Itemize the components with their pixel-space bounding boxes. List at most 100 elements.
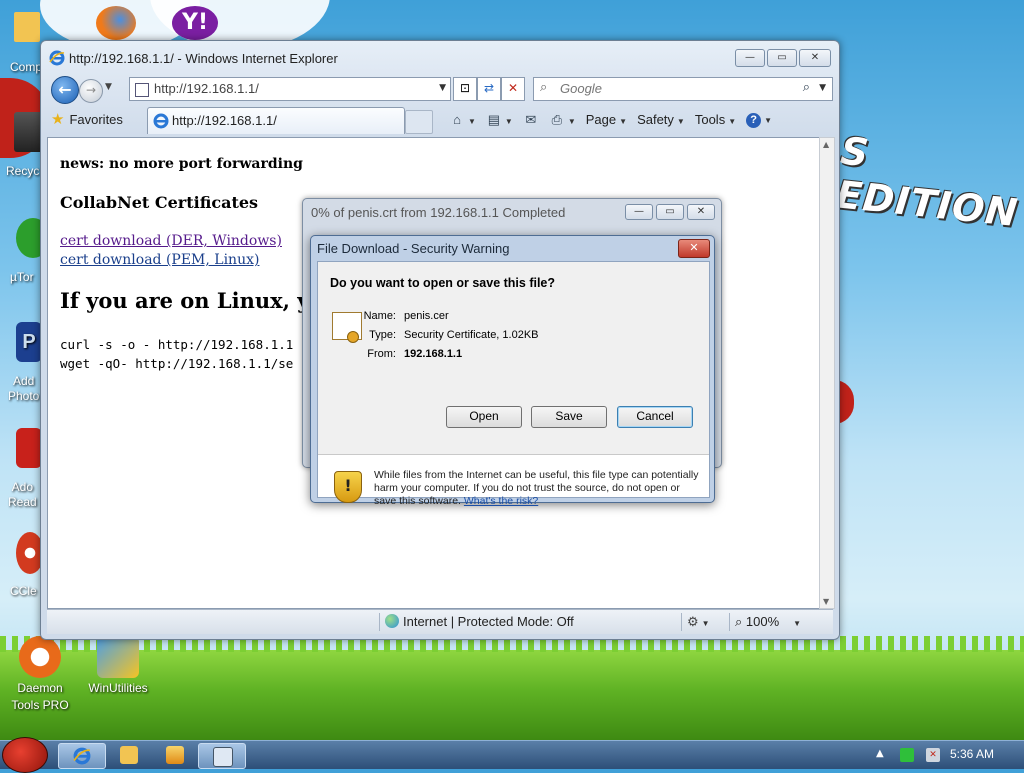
stop-icon[interactable]: ✕ (501, 77, 525, 101)
mail-icon: ✉ (525, 111, 537, 127)
search-icon[interactable]: ⌕ (803, 80, 810, 95)
zoom-level: 100% (745, 614, 780, 629)
address-input[interactable]: http://192.168.1.1/ (154, 81, 259, 96)
news-text: news: no more port forwarding (60, 156, 303, 172)
whats-the-risk-link[interactable]: What's the risk? (464, 495, 538, 507)
forward-button[interactable]: → (79, 79, 103, 103)
maximize-button[interactable]: ▭ (767, 49, 797, 67)
ccleaner-label: CCle (10, 584, 37, 598)
media-player-icon (166, 746, 184, 764)
page-icon (135, 83, 149, 97)
back-button[interactable]: ← (51, 76, 79, 104)
clock[interactable]: 5:36 AM (950, 747, 994, 761)
scroll-up-icon[interactable]: ▲ (823, 140, 829, 149)
photoshop-label: Add Photo (8, 374, 40, 403)
computer-label: Comp (10, 60, 43, 74)
search-input[interactable]: Google (560, 81, 602, 96)
print-button[interactable]: ⎙ ▼ (549, 112, 576, 128)
feeds-button[interactable]: ▤ ▼ (486, 112, 513, 128)
safety-menu-label: Safety (637, 112, 674, 127)
save-button[interactable]: Save (531, 406, 607, 428)
protection-button[interactable]: ⚙ ▼ (687, 614, 710, 630)
adobe-reader-label: Ado Read (8, 480, 37, 509)
home-button[interactable]: ⌂ ▼ (449, 112, 476, 128)
star-icon: ★ (51, 111, 65, 128)
recycle-label: Recyc (6, 164, 40, 178)
file-type-row: Type: Security Certificate, 1.02KB (356, 329, 539, 341)
chevron-down-icon: ▼ (728, 117, 737, 126)
gear-icon: ⚙ (687, 614, 699, 629)
command-bar: ⌂ ▼ ▤ ▼ ✉ ⎙ ▼ Page ▼ Safety ▼ Tools ▼ ? ▼ (449, 111, 772, 128)
taskbar-ie-button[interactable] (58, 743, 106, 769)
chevron-down-icon: ▼ (764, 116, 773, 125)
taskbar: ▲ ✕ 5:36 AM (0, 737, 1024, 773)
feeds-icon: ▤ (487, 111, 501, 127)
minimize-button[interactable]: — (735, 49, 765, 67)
desktop-icon-winutilities[interactable]: WinUtilities (78, 636, 158, 697)
maximize-button[interactable]: ▭ (656, 204, 684, 220)
open-button[interactable]: Open (446, 406, 522, 428)
recent-pages-dropdown[interactable]: ▼ (105, 82, 112, 92)
read-mail-button[interactable]: ✉ (523, 112, 539, 128)
security-warning-dialog: File Download - Security Warning ✕ Do yo… (310, 235, 715, 507)
security-warning-footer: ! While files from the Internet can be u… (318, 455, 709, 507)
security-zone[interactable]: Internet | Protected Mode: Off (385, 614, 574, 629)
from-value: 192.168.1.1 (404, 348, 463, 360)
photoshop-icon: P (16, 322, 42, 362)
taskbar-media-player-button[interactable] (152, 743, 198, 767)
cert-download-pem-link[interactable]: cert download (PEM, Linux) (60, 252, 259, 268)
tab-current[interactable]: http://192.168.1.1/ (147, 107, 405, 134)
curl-command: curl -s -o - http://192.168.1.1 (60, 337, 294, 352)
favorites-label: Favorites (69, 111, 123, 127)
scroll-down-icon[interactable]: ▼ (823, 597, 829, 606)
minimize-button[interactable]: — (625, 204, 653, 220)
zoom-button[interactable]: ⌕ 100% ▼ (735, 614, 801, 630)
show-hidden-icons-icon[interactable]: ▲ (876, 748, 884, 759)
chevron-down-icon: ▼ (676, 117, 685, 126)
chevron-down-icon: ▼ (468, 116, 476, 126)
yahoo-icon[interactable]: Y! (172, 6, 218, 40)
taskbar-download-button[interactable] (198, 743, 246, 769)
chevron-down-icon: ▼ (701, 619, 710, 628)
firefox-icon[interactable] (96, 6, 136, 40)
search-options-dropdown[interactable]: ▼ (819, 83, 826, 93)
home-icon: ⌂ (453, 111, 461, 127)
help-menu[interactable]: ? ▼ (746, 111, 772, 128)
desktop-icon-daemon-tools[interactable]: Daemon Tools PRO (0, 636, 80, 714)
close-button[interactable]: ✕ (799, 49, 831, 67)
taskbar-explorer-button[interactable] (106, 743, 152, 767)
address-dropdown[interactable]: ▼ (439, 83, 446, 93)
search-box[interactable]: ⌕ Google ⌕ ▼ (533, 77, 833, 101)
utorrent-label: µTor (10, 270, 34, 284)
status-divider (729, 613, 730, 631)
name-label: Name: (363, 310, 396, 322)
tools-menu-label: Tools (694, 112, 726, 127)
page-menu[interactable]: Page ▼ (586, 112, 627, 127)
chevron-down-icon: ▼ (619, 117, 628, 126)
cert-download-der-link[interactable]: cert download (DER, Windows) (60, 233, 282, 249)
favorites-button[interactable]: ★ Favorites (51, 110, 123, 128)
status-divider (681, 613, 682, 631)
refresh-icon[interactable]: ⇄ (477, 77, 501, 101)
folder-icon (120, 746, 138, 764)
close-button[interactable]: ✕ (678, 239, 710, 258)
safety-menu[interactable]: Safety ▼ (637, 112, 685, 127)
new-tab-button[interactable] (405, 110, 433, 134)
volume-muted-icon[interactable]: ✕ (926, 748, 940, 762)
winutilities-icon (97, 636, 139, 678)
daemon-tools-label: Daemon Tools PRO (11, 681, 69, 712)
compatibility-view-icon[interactable]: ⊡ (453, 77, 477, 101)
folder-icon[interactable] (14, 12, 40, 42)
network-icon[interactable] (900, 748, 914, 762)
tools-menu[interactable]: Tools ▼ (695, 112, 736, 127)
type-value: Security Certificate, 1.02KB (404, 329, 539, 341)
print-icon: ⎙ (551, 111, 563, 127)
cancel-button[interactable]: Cancel (617, 406, 693, 428)
vertical-scrollbar[interactable]: ▲ ▼ (819, 137, 835, 609)
globe-icon (385, 614, 399, 628)
address-bar[interactable]: http://192.168.1.1/ ▼ (129, 77, 451, 101)
close-button[interactable]: ✕ (687, 204, 715, 220)
warning-message: While files from the Internet can be use… (374, 469, 700, 508)
from-label: From: (367, 348, 396, 360)
daemon-tools-icon (19, 636, 61, 678)
